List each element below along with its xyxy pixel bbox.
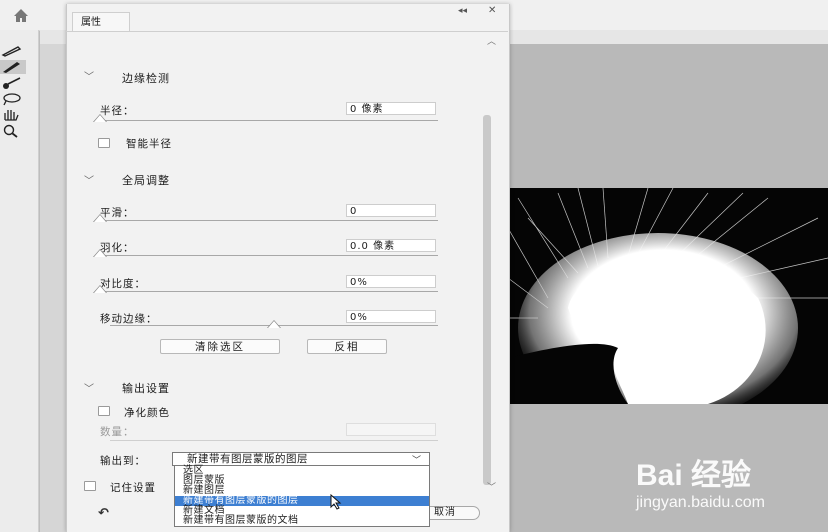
radius-slider-thumb[interactable] [94,115,106,122]
feather-slider-track[interactable] [100,255,438,256]
dropdown-option[interactable]: 新建带有图层蒙版的文档 [175,516,429,526]
preview-image [508,188,828,404]
decontaminate-colors-checkbox[interactable] [98,406,110,416]
smooth-slider-track[interactable] [100,220,438,221]
contrast-slider-track[interactable] [100,291,438,292]
shift-edge-label: 移动边缘： [100,313,158,325]
watermark-url: jingyan.baidu.com [636,494,765,511]
tool-hand[interactable] [0,108,26,122]
smart-radius-label: 智能半径 [126,138,172,150]
output-to-select[interactable]: 新建带有图层蒙版的图层 [172,452,430,466]
chevron-down-icon[interactable]: ﹀ [84,380,94,395]
output-to-dropdown-list: 选区 图层蒙版 新建图层 新建带有图层蒙版的图层 新建文档 新建带有图层蒙版的文… [174,465,430,527]
invert-button[interactable]: 反相 [307,339,387,354]
remember-settings-label: 记住设置 [110,482,156,494]
home-icon [14,9,28,22]
cursor-icon [330,493,344,513]
amount-slider-track [110,440,438,441]
close-panel-button[interactable]: ✕ [488,5,496,16]
section-header-edge-detection[interactable]: 边缘检测 [122,70,170,86]
cursor-arrow [330,493,342,510]
smart-radius-checkbox[interactable] [98,138,110,148]
hand-icon [4,110,19,121]
radius-field[interactable]: 0 像素 [346,102,436,115]
panel-scrollbar[interactable] [483,115,491,485]
hair-mask-preview [508,188,828,404]
section-header-global-refine[interactable]: 全局调整 [122,172,170,188]
tool-refine-radius[interactable] [0,60,26,74]
panel-divider [66,31,508,32]
brush-icon [3,62,20,73]
tool-quick-selection[interactable] [0,44,26,58]
section-header-output-settings[interactable]: 输出设置 [122,380,170,396]
chevron-down-icon[interactable]: ﹀ [84,172,94,187]
contrast-slider-thumb[interactable] [94,286,106,293]
amount-field [346,423,436,436]
zoom-icon [3,124,18,138]
undo-icon[interactable]: ↶ [98,506,109,521]
tab-properties[interactable]: 属性 [72,12,130,32]
shift-edge-field[interactable]: 0% [346,310,436,323]
output-to-label: 输出到： [100,455,146,467]
decontaminate-colors-label: 净化颜色 [124,407,170,419]
amount-label: 数量： [100,426,135,438]
shift-edge-slider-thumb[interactable] [268,321,280,328]
tool-bar [0,30,39,532]
lasso-icon [3,93,21,106]
brush-icon [1,46,22,57]
chevron-down-icon[interactable]: ﹀ [487,480,496,493]
tool-zoom[interactable] [0,124,26,138]
smooth-slider-thumb[interactable] [94,215,106,222]
watermark-logo: Bai 经验 [636,459,752,492]
tool-lasso[interactable] [0,92,26,106]
smooth-field[interactable]: 0 [346,204,436,217]
contrast-field[interactable]: 0% [346,275,436,288]
ruler [40,44,68,532]
remember-settings-checkbox[interactable] [84,481,96,491]
radius-slider-track[interactable] [100,120,438,121]
tool-brush[interactable] [0,76,26,90]
brush-icon [3,77,21,89]
feather-slider-thumb[interactable] [94,250,106,257]
collapse-panel-button[interactable]: ◂◂ [458,6,467,16]
chevron-down-icon[interactable]: ﹀ [84,68,94,83]
clear-selection-button[interactable]: 清除选区 [160,339,280,354]
feather-field[interactable]: 0.0 像素 [346,239,436,252]
home-button[interactable] [8,6,34,24]
chevron-up-icon[interactable]: ︿ [487,34,496,47]
